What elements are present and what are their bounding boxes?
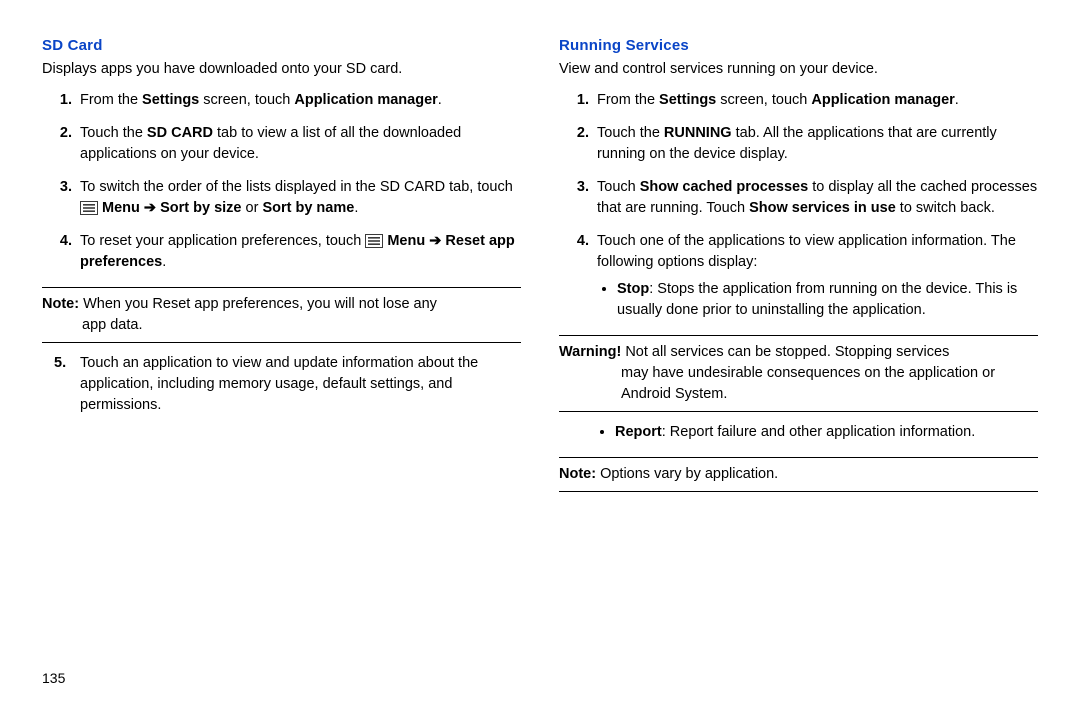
sd-card-steps: From the Settings screen, touch Applicat… xyxy=(42,90,521,273)
report-sub: Report: Report failure and other applica… xyxy=(559,422,1038,443)
text: Touch the xyxy=(80,125,147,141)
sd-step-2: Touch the SD CARD tab to view a list of … xyxy=(76,123,521,165)
bold-sort-size: Sort by size xyxy=(156,200,241,216)
bold-running: RUNNING xyxy=(664,125,732,141)
stop-bullet: Stop: Stops the application from running… xyxy=(617,279,1038,321)
rs-step-3: Touch Show cached processes to display a… xyxy=(593,177,1038,219)
sd-step-3: To switch the order of the lists display… xyxy=(76,177,521,219)
page-number: 135 xyxy=(42,668,65,688)
text: . xyxy=(162,254,166,270)
arrow-icon: ➔ xyxy=(429,233,441,249)
right-column: Running Services View and control servic… xyxy=(559,35,1038,502)
menu-icon xyxy=(365,234,383,248)
warning-label: Warning! xyxy=(559,344,621,360)
sd-card-intro: Displays apps you have downloaded onto y… xyxy=(42,59,521,80)
bold-show-inuse: Show services in use xyxy=(749,200,896,216)
note-options-vary: Note: Options vary by application. xyxy=(559,457,1038,492)
running-services-steps: From the Settings screen, touch Applicat… xyxy=(559,90,1038,321)
report-text: : Report failure and other application i… xyxy=(662,424,976,440)
stop-text: : Stops the application from running on … xyxy=(617,281,1017,318)
warn-text: Not all services can be stopped. Stoppin… xyxy=(621,344,949,360)
bold-app-manager: Application manager xyxy=(294,92,437,108)
note-reset-prefs: Note: When you Reset app preferences, yo… xyxy=(42,287,521,343)
note-label: Note: xyxy=(559,466,596,482)
text: screen, touch xyxy=(199,92,294,108)
text: Touch xyxy=(597,179,640,195)
sd-step-5: Touch an application to view and update … xyxy=(76,353,521,416)
bold-sdcard: SD CARD xyxy=(147,125,213,141)
text: Touch the xyxy=(597,125,664,141)
bold-stop: Stop xyxy=(617,281,649,297)
text: From the xyxy=(80,92,142,108)
bold-settings: Settings xyxy=(142,92,199,108)
note-text: Options vary by application. xyxy=(596,466,778,482)
text: to switch back. xyxy=(896,200,995,216)
warn-text-line2: may have undesirable consequences on the… xyxy=(559,363,1038,405)
running-services-heading: Running Services xyxy=(559,35,1038,57)
warning-block: Warning! Not all services can be stopped… xyxy=(559,335,1038,412)
report-bullet: Report: Report failure and other applica… xyxy=(615,422,1038,443)
bold-sort-name: Sort by name xyxy=(262,200,354,216)
sd-step-4: To reset your application preferences, t… xyxy=(76,231,521,273)
running-services-intro: View and control services running on you… xyxy=(559,59,1038,80)
page-content: SD Card Displays apps you have downloade… xyxy=(42,35,1038,502)
rs-step-1: From the Settings screen, touch Applicat… xyxy=(593,90,1038,111)
rs-step-4-sub: Stop: Stops the application from running… xyxy=(597,279,1038,321)
text: screen, touch xyxy=(716,92,811,108)
bold-report: Report xyxy=(615,424,662,440)
menu-icon xyxy=(80,201,98,215)
text: Touch an application to view and update … xyxy=(80,355,478,413)
text: . xyxy=(438,92,442,108)
bold-show-cached: Show cached processes xyxy=(640,179,808,195)
arrow-icon: ➔ xyxy=(144,200,156,216)
text: To switch the order of the lists display… xyxy=(80,179,513,195)
text: To reset your application preferences, t… xyxy=(80,233,365,249)
text: From the xyxy=(597,92,659,108)
text: or xyxy=(242,200,263,216)
note-text-line2: app data. xyxy=(42,315,521,336)
note-label: Note: xyxy=(42,296,79,312)
rs-step-2: Touch the RUNNING tab. All the applicati… xyxy=(593,123,1038,165)
bold-settings: Settings xyxy=(659,92,716,108)
bold-menu: Menu xyxy=(383,233,429,249)
bold-app-manager: Application manager xyxy=(811,92,954,108)
bold-menu: Menu xyxy=(98,200,144,216)
sd-card-heading: SD Card xyxy=(42,35,521,57)
sd-step-1: From the Settings screen, touch Applicat… xyxy=(76,90,521,111)
text: Touch one of the applications to view ap… xyxy=(597,233,1016,270)
note-text: When you Reset app preferences, you will… xyxy=(79,296,437,312)
rs-step-4: Touch one of the applications to view ap… xyxy=(593,231,1038,321)
sd-card-steps-cont: Touch an application to view and update … xyxy=(42,353,521,416)
left-column: SD Card Displays apps you have downloade… xyxy=(42,35,521,502)
text: . xyxy=(354,200,358,216)
text: . xyxy=(955,92,959,108)
